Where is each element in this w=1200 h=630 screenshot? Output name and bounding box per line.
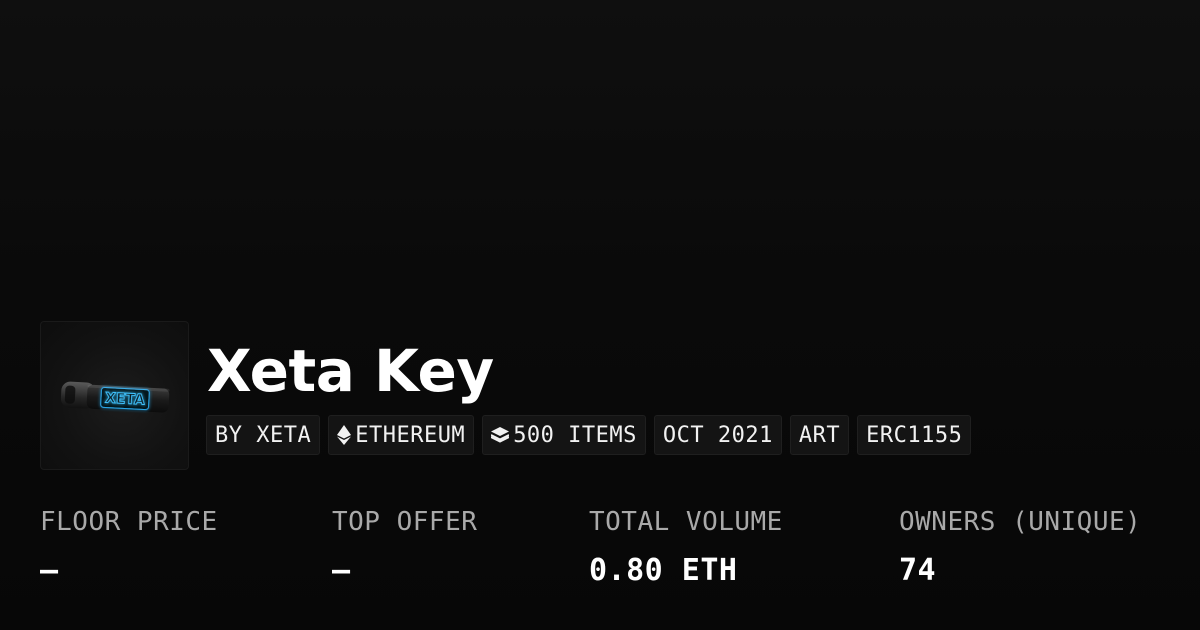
stat-floor-price: FLOOR PRICE – (40, 505, 218, 589)
stat-top-offer-label: TOP OFFER (332, 507, 478, 537)
ethereum-icon (337, 425, 352, 445)
stat-total-volume: TOTAL VOLUME 0.80 ETH (589, 505, 783, 589)
stat-owners-value: 74 (899, 553, 937, 588)
stat-total-volume-label: TOTAL VOLUME (589, 507, 783, 537)
tag-token-standard-label: ERC1155 (866, 422, 963, 448)
collection-thumbnail: XETA (40, 321, 189, 470)
stat-total-volume-value: 0.80 ETH (589, 553, 738, 588)
stat-top-offer: TOP OFFER – (332, 505, 477, 589)
stat-floor-price-label: FLOOR PRICE (40, 507, 218, 537)
tag-creator[interactable]: BY XETA (206, 415, 321, 455)
tag-created-date[interactable]: OCT 2021 (653, 415, 782, 455)
collection-tags: BY XETA ETHEREUM 500 ITEMS OCT 2021 ART … (206, 415, 972, 455)
tag-category-label: ART (798, 422, 841, 448)
tag-chain[interactable]: ETHEREUM (328, 415, 475, 455)
tag-category[interactable]: ART (789, 415, 850, 455)
stat-top-offer-value: – (332, 553, 351, 588)
stat-owners: OWNERS (UNIQUE) 74 (899, 505, 1141, 589)
stat-floor-price-value: – (40, 553, 59, 588)
stat-owners-label: OWNERS (UNIQUE) (899, 507, 1142, 537)
tag-chain-label: ETHEREUM (355, 422, 466, 448)
tag-creator-label: BY XETA (215, 422, 312, 448)
tag-items[interactable]: 500 ITEMS (482, 415, 646, 455)
tag-items-label: 500 ITEMS (513, 422, 637, 448)
key-lettering: XETA (105, 390, 146, 408)
collection-title: Xeta Key (207, 337, 494, 405)
tag-created-date-label: OCT 2021 (662, 422, 773, 448)
layers-icon (491, 427, 510, 443)
tag-token-standard[interactable]: ERC1155 (857, 415, 972, 455)
xeta-key-image: XETA (60, 381, 170, 413)
